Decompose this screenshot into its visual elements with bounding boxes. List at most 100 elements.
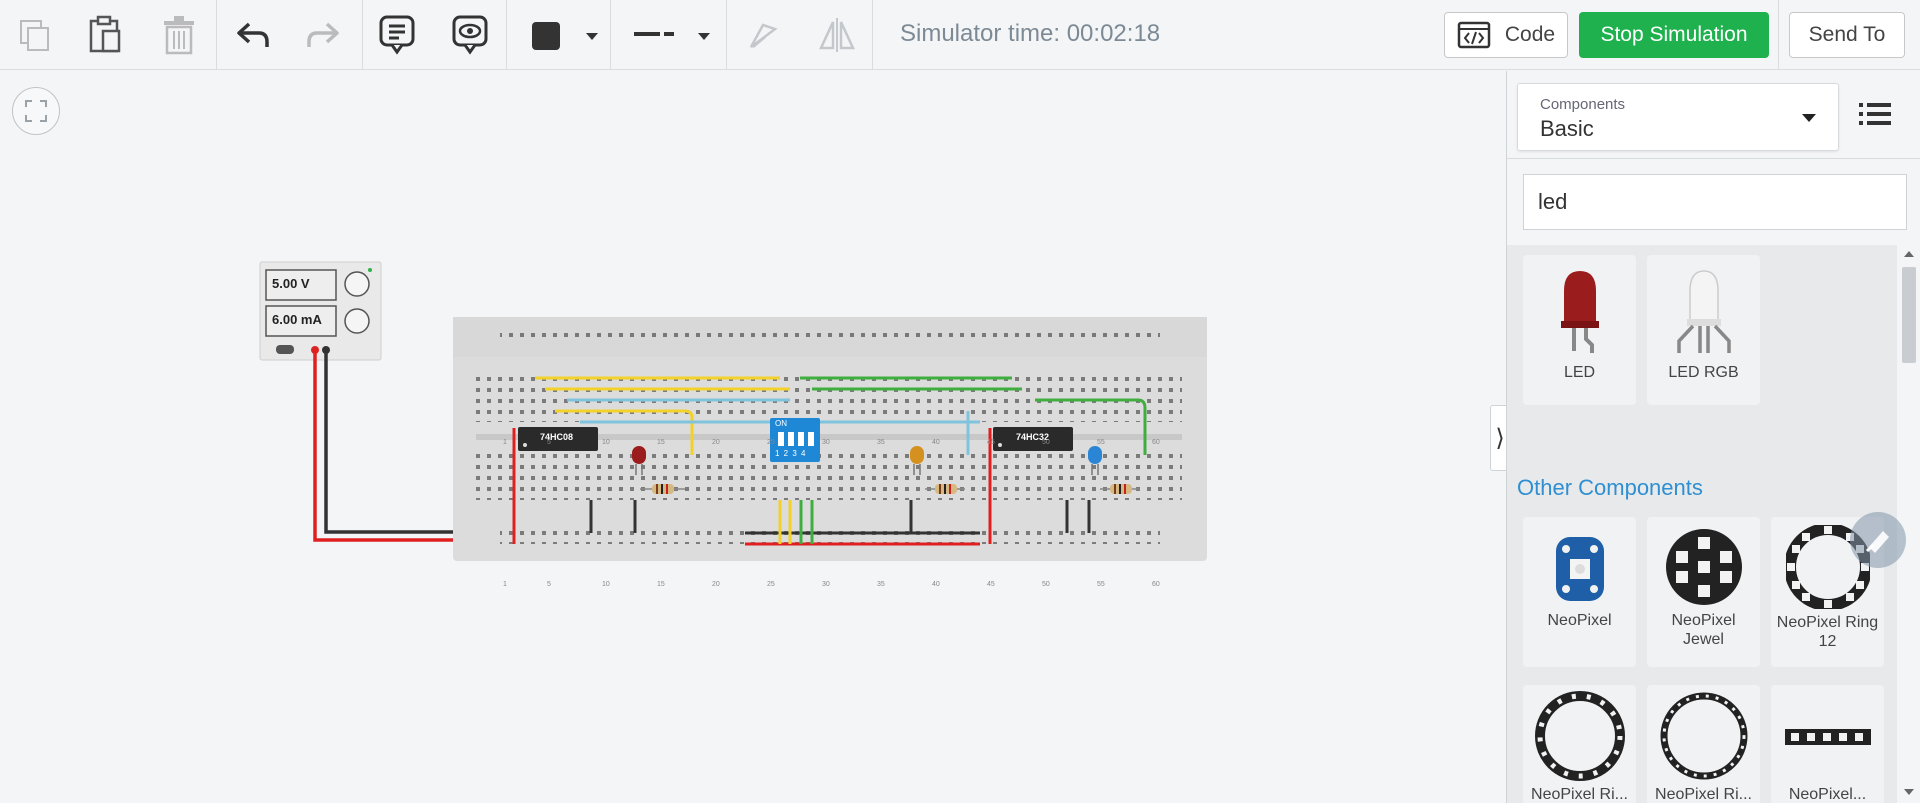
panel-header: Components Basic <box>1507 71 1920 159</box>
scroll-up-icon[interactable] <box>1904 251 1914 257</box>
code-editor-icon <box>1457 21 1491 49</box>
list-view-icon[interactable] <box>1857 99 1893 129</box>
breadboard-column-number: 55 <box>1097 581 1105 588</box>
redo-icon <box>307 22 339 47</box>
dip-switch-on-label: ON <box>775 419 787 428</box>
toolbar-divider <box>1778 0 1779 70</box>
neopixel-jewel-icon <box>1665 529 1742 605</box>
breadboard-column-number: 10 <box>602 581 610 588</box>
flip-button[interactable] <box>812 10 862 60</box>
component-label: LED RGB <box>1668 364 1739 381</box>
toolbar-divider <box>726 0 727 70</box>
component-card-led-rgb[interactable]: LED RGB <box>1647 255 1760 405</box>
breadboard-column-number: 30 <box>822 581 830 588</box>
breadboard-column-number: 1 <box>503 581 507 588</box>
search-area <box>1507 159 1920 245</box>
rotate-icon <box>749 23 778 48</box>
breadboard-column-number: 5 <box>547 581 551 588</box>
wire-type-dropdown[interactable] <box>620 12 720 58</box>
breadboard-column-number: 45 <box>987 581 995 588</box>
breadboard-column-number: 35 <box>877 581 885 588</box>
breadboard-column-number: 20 <box>712 581 720 588</box>
code-label: Code <box>1504 23 1556 46</box>
circuit-drawing <box>259 261 1207 561</box>
supply-voltage-display: 5.00 V <box>272 276 310 291</box>
breadboard-column-number: 35 <box>877 439 885 446</box>
flip-icon <box>819 18 855 52</box>
neopixel-strip-icon <box>1784 729 1871 745</box>
toolbar-divider <box>362 0 363 70</box>
color-dropdown[interactable] <box>520 12 610 58</box>
pencil-icon <box>1865 531 1889 553</box>
scroll-down-icon[interactable] <box>1904 789 1914 795</box>
components-dropdown-value: Basic <box>1540 116 1594 141</box>
neopixel-ring-icon <box>1534 691 1625 781</box>
breadboard-column-number: 10 <box>602 439 610 446</box>
toolbar-divider <box>216 0 217 70</box>
component-search-input[interactable] <box>1523 174 1907 230</box>
component-label: NeoPixel Jewel <box>1671 612 1736 648</box>
chevron-down-icon <box>586 33 598 40</box>
clipboard-icon <box>89 15 121 53</box>
toolbar-divider <box>610 0 611 70</box>
neopixel-icon <box>1555 537 1604 601</box>
component-card-neopixel-ring[interactable]: NeoPixel Ri... <box>1523 685 1636 803</box>
redo-button[interactable] <box>298 10 348 60</box>
breadboard-column-number: 45 <box>987 439 995 446</box>
breadboard-column-number: 20 <box>712 439 720 446</box>
component-card-led[interactable]: LED <box>1523 255 1636 405</box>
breadboard-column-number: 1 <box>503 439 507 446</box>
breadboard-column-number: 55 <box>1097 439 1105 446</box>
components-panel: Components Basic LED <box>1506 71 1920 803</box>
component-list: LED LED RGB Other Components NeoPixel Ne… <box>1507 245 1897 803</box>
toolbar-divider <box>872 0 873 70</box>
color-swatch <box>532 22 560 50</box>
chevron-down-icon <box>1802 114 1816 122</box>
breadboard-column-number: 60 <box>1152 581 1160 588</box>
circuit-canvas[interactable]: 5.00 V 6.00 mA 74HC08 74HC32 ON 1 2 3 4 … <box>0 71 1506 803</box>
trash-icon <box>164 16 194 55</box>
code-button[interactable]: Code <box>1444 12 1568 58</box>
breadboard-column-number: 40 <box>932 581 940 588</box>
undo-icon <box>237 22 269 47</box>
breadboard-column-number: 5 <box>547 439 551 446</box>
component-label: LED <box>1563 364 1596 381</box>
breadboard-column-number: 25 <box>767 439 775 446</box>
breadboard-column-number: 50 <box>1042 439 1050 446</box>
component-label: NeoPixel Ri... <box>1531 786 1628 803</box>
breadboard-column-number: 60 <box>1152 439 1160 446</box>
other-components-title: Other Components <box>1517 475 1703 500</box>
eye-note-icon <box>452 15 488 55</box>
notes-button[interactable] <box>372 10 422 60</box>
undo-button[interactable] <box>228 10 278 60</box>
view-notes-button[interactable] <box>445 10 495 60</box>
components-dropdown[interactable]: Components Basic <box>1517 83 1839 151</box>
breadboard-column-number: 15 <box>657 581 665 588</box>
component-label: NeoPixel Ri... <box>1655 786 1752 803</box>
component-card-neopixel-ring[interactable]: NeoPixel Ri... <box>1647 685 1760 803</box>
stop-simulation-button[interactable]: Stop Simulation <box>1579 12 1769 58</box>
components-dropdown-label: Components <box>1540 96 1626 113</box>
copy-icon <box>20 20 49 51</box>
copy-button[interactable] <box>10 10 60 60</box>
component-card-neopixel-jewel[interactable]: NeoPixel Jewel <box>1647 517 1760 667</box>
chevron-right-icon: ⟩ <box>1495 424 1505 452</box>
breadboard-column-number: 40 <box>932 439 940 446</box>
component-card-neopixel[interactable]: NeoPixel <box>1523 517 1636 667</box>
rotate-button[interactable] <box>738 10 788 60</box>
floating-action-button[interactable] <box>1850 512 1906 568</box>
component-label: NeoPixel <box>1547 612 1612 629</box>
delete-button[interactable] <box>154 10 204 60</box>
scroll-thumb[interactable] <box>1902 267 1916 363</box>
breadboard-column-number: 30 <box>822 439 830 446</box>
dip-switch-numbers: 1 2 3 4 <box>775 449 807 458</box>
component-label: NeoPixel Ring 12 <box>1776 614 1879 650</box>
component-label: NeoPixel... <box>1788 786 1867 803</box>
component-card-neopixel-strip[interactable]: NeoPixel... <box>1771 685 1884 803</box>
toolbar: Simulator time: 00:02:18 Code Stop Simul… <box>0 0 1920 70</box>
chip-74hc08-label: 74HC08 <box>540 432 574 442</box>
send-to-button[interactable]: Send To <box>1789 12 1905 58</box>
led-icon <box>1560 271 1599 353</box>
paste-button[interactable] <box>80 10 130 60</box>
supply-current-display: 6.00 mA <box>272 312 322 327</box>
